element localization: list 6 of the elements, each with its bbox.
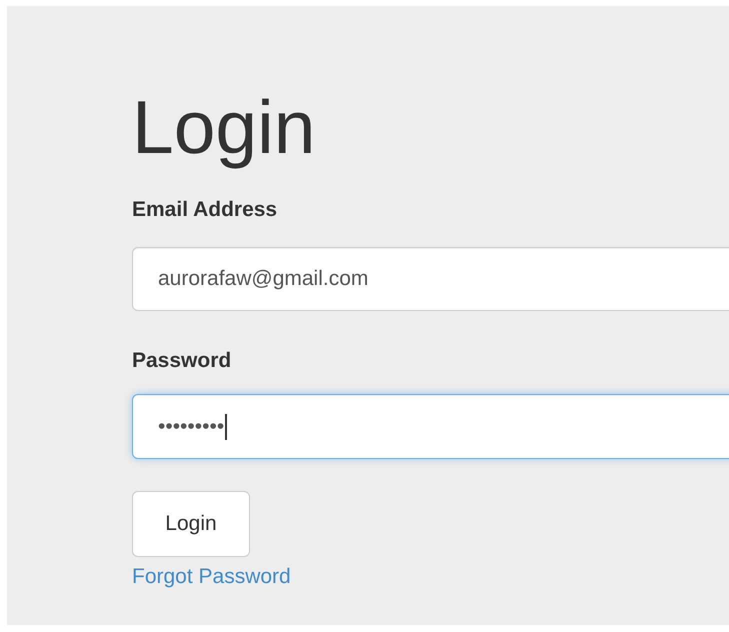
field-label: Email Address — [132, 197, 278, 223]
field-label: Password — [132, 348, 232, 374]
page-title: Login — [132, 86, 316, 168]
login-button[interactable]: Login — [132, 491, 250, 557]
email-field[interactable]: aurorafaw@gmail.com — [132, 247, 729, 311]
password-field[interactable]: ••••••••• — [132, 394, 729, 459]
